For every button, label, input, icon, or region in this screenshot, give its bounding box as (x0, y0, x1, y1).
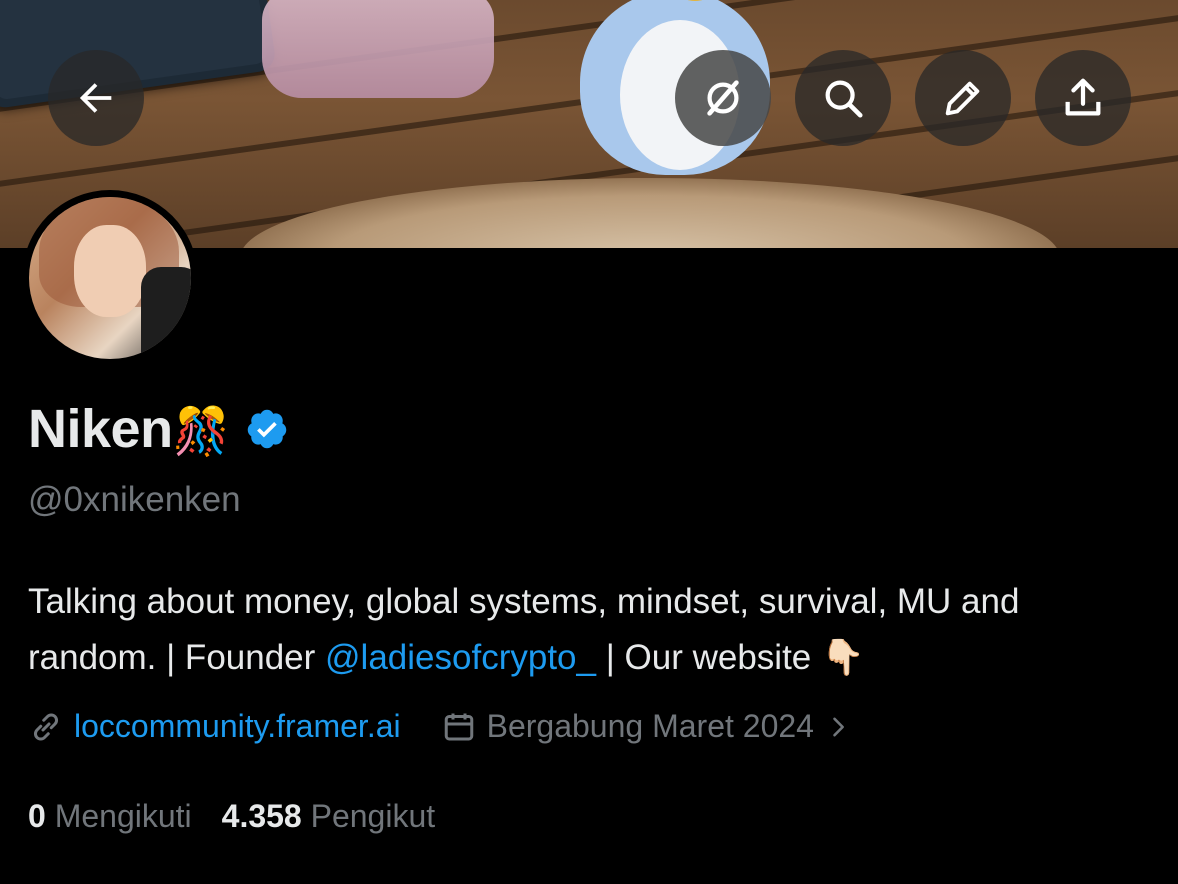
banner-glass (262, 0, 494, 98)
followers-label: Pengikut (310, 798, 436, 834)
share-icon (1065, 78, 1101, 116)
edit-pencil-icon (945, 81, 980, 116)
name-emoji: 🎊 (172, 405, 230, 457)
display-name: Niken🎊 (28, 399, 230, 459)
profile-meta: loccommunity.framer.ai Bergabung Maret 2… (28, 708, 852, 745)
grok-button[interactable] (675, 50, 771, 146)
pointing-down-emoji: 👇🏻 (821, 638, 865, 677)
calendar-icon (444, 713, 473, 740)
following-count: 0 (28, 798, 46, 834)
chevron-right-icon (833, 717, 844, 736)
verified-badge-icon[interactable] (245, 407, 289, 451)
link-icon (33, 712, 59, 741)
grok-icon (707, 80, 739, 116)
avatar[interactable] (22, 190, 198, 366)
followers-count: 4.358 (221, 798, 302, 834)
back-arrow-icon (79, 83, 112, 113)
following-link[interactable]: 0 Mengikuti (28, 798, 192, 835)
search-button[interactable] (795, 50, 891, 146)
profile-name-row: Niken🎊 (28, 398, 289, 460)
following-label: Mengikuti (54, 798, 192, 834)
follow-stats: 0 Mengikuti 4.358 Pengikut (28, 798, 435, 835)
back-button[interactable] (48, 50, 144, 146)
joined-date[interactable]: Bergabung Maret 2024 (441, 708, 852, 745)
website-link[interactable]: loccommunity.framer.ai (28, 708, 401, 745)
followers-link[interactable]: 4.358 Pengikut (222, 798, 436, 835)
profile-handle: @0xnikenken (28, 480, 241, 519)
avatar-photo (29, 197, 191, 359)
search-icon (825, 80, 863, 118)
edit-button[interactable] (915, 50, 1011, 146)
bio-mention-link[interactable]: @ladiesofcrypto_ (325, 638, 596, 677)
share-button[interactable] (1035, 50, 1131, 146)
profile-bio: Talking about money, global systems, min… (28, 582, 1020, 677)
